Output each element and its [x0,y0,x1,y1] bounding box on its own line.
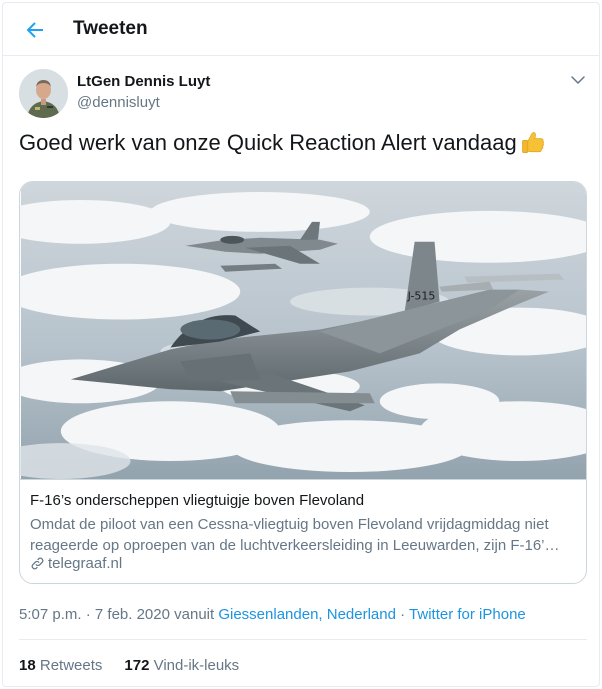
tail-number: J-515 [407,290,436,303]
header-bar: Tweeten [3,3,599,56]
card-description: Omdat de piloot van een Cessna-vliegtuig… [30,516,560,554]
retweets-count: 18 [19,657,36,674]
card-image: J-515 [20,182,586,480]
arrow-left-icon[interactable] [23,18,47,42]
meta-separator: · [81,606,95,623]
avatar-image [19,69,68,118]
page-title: Tweeten [73,18,148,39]
meta-via: vanuit [169,606,219,623]
tweet-meta: 5:07 p.m. · 7 feb. 2020 vanuit Giessenla… [19,606,526,623]
tweet-stats: 18 Retweets 172 Vind-ik-leuks [19,657,239,674]
location-link[interactable]: Giessenlanden, Nederland [218,606,396,623]
card-title: F-16’s onderscheppen vliegtuigje boven F… [30,492,365,509]
likes-count: 172 [124,657,150,674]
card-domain: telegraaf.nl [30,555,122,572]
link-icon [31,557,44,570]
tweet-body: Goed werk van onze Quick Reaction Alert … [19,130,517,155]
tweet-panel: Tweeten LtGen Dennis Luyt @dennisluyt Go… [2,2,600,687]
author-handle[interactable]: @dennisluyt [77,94,160,111]
link-card[interactable]: J-515 F-16’s onderscheppen vliegtuigje b… [19,181,587,584]
chevron-down-icon[interactable] [569,71,587,89]
author-name[interactable]: LtGen Dennis Luyt [77,73,210,90]
retweets-stat[interactable]: 18 Retweets [19,657,102,674]
retweets-label: Retweets [39,657,103,674]
tweet-text: Goed werk van onze Quick Reaction Alert … [19,128,547,158]
tweet-date[interactable]: 7 feb. 2020 [95,606,170,623]
likes-label: Vind-ik-leuks [153,657,240,674]
likes-stat[interactable]: 172 Vind-ik-leuks [124,657,239,674]
source-link[interactable]: Twitter for iPhone [409,606,526,623]
tweet-time[interactable]: 5:07 p.m. [19,606,82,623]
thumbs-up-icon [521,132,544,153]
meta-separator: · [395,606,410,623]
card-domain-label: telegraaf.nl [48,555,123,572]
avatar[interactable] [19,69,68,118]
divider [19,639,587,640]
